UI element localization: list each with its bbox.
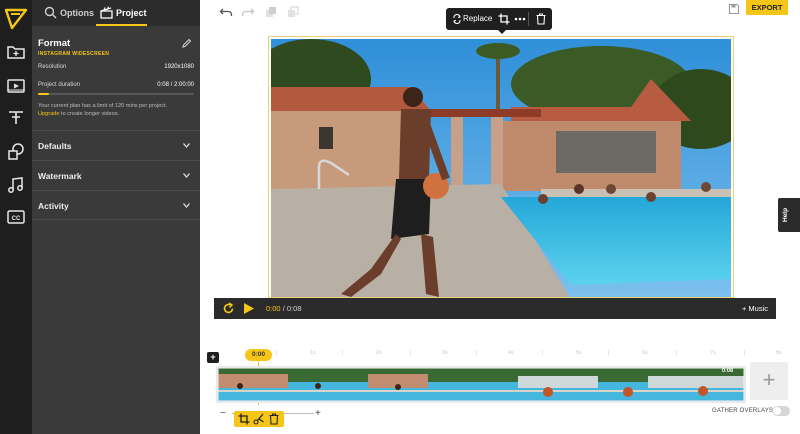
save-icon[interactable]: [728, 3, 740, 15]
tab-options-label: Options: [60, 8, 94, 18]
panel-tabs: Options Project: [32, 0, 200, 26]
duration-progress-bar: [38, 93, 194, 95]
track-thumbnails: [218, 368, 744, 401]
replay-icon[interactable]: [222, 302, 235, 315]
section-watermark-label: Watermark: [38, 171, 82, 181]
duration-progress-fill: [38, 93, 49, 95]
gather-overlays-label: GATHER OVERLAYS: [712, 408, 774, 414]
plan-note-text: Your current plan has a limit of 120 min…: [38, 103, 168, 109]
folder-icon[interactable]: [6, 42, 26, 62]
project-panel: Options Project Format INSTAGRAM WIDESCR…: [32, 0, 200, 434]
edit-pencil-icon[interactable]: [181, 38, 192, 49]
player-controls: 0:00 / 0:08 + Music: [214, 298, 776, 319]
timeline-ruler[interactable]: | 1s | 2s | 3s | 4s | 5s | 6s | 7s | 8s: [220, 350, 782, 360]
section-activity-label: Activity: [38, 201, 69, 211]
playhead-time-badge[interactable]: 0:00: [245, 349, 272, 361]
format-title: Format: [38, 38, 71, 49]
clip-tools: [234, 411, 284, 427]
total-duration: 0:08: [286, 304, 302, 313]
clapperboard-icon: [100, 6, 113, 19]
chevron-down-icon: [183, 173, 190, 178]
music-icon[interactable]: [6, 175, 26, 195]
resolution-value: 1920x1080: [164, 64, 194, 70]
replace-label: Replace: [463, 14, 493, 23]
layer-backward-icon[interactable]: [286, 5, 300, 19]
floating-toolbar: Replace: [446, 8, 552, 34]
tab-project[interactable]: Project: [96, 0, 147, 26]
format-block[interactable]: Format INSTAGRAM WIDESCREEN: [38, 38, 194, 57]
tab-options[interactable]: Options: [40, 0, 94, 26]
svg-text:CC: CC: [12, 216, 21, 222]
zoom-out-button[interactable]: −: [220, 408, 226, 419]
crop-icon[interactable]: [238, 413, 250, 425]
undo-icon[interactable]: [219, 5, 233, 19]
zoom-in-button[interactable]: +: [315, 408, 321, 419]
more-icon[interactable]: [514, 13, 526, 25]
left-rail: CC: [0, 0, 32, 434]
logo-icon[interactable]: [4, 8, 28, 30]
play-icon[interactable]: [243, 302, 255, 315]
redo-icon[interactable]: [241, 5, 255, 19]
replace-icon: [453, 14, 461, 24]
add-media-button[interactable]: +: [750, 362, 788, 400]
export-button[interactable]: EXPORT: [746, 0, 788, 15]
shapes-icon[interactable]: [6, 142, 26, 162]
chevron-down-icon: [183, 203, 190, 208]
plan-note-suffix: to create longer videos.: [61, 111, 120, 117]
plan-note: Your current plan has a limit of 120 min…: [38, 102, 188, 118]
layer-forward-icon[interactable]: [264, 5, 278, 19]
media-icon[interactable]: [6, 76, 26, 96]
video-preview[interactable]: [271, 39, 731, 297]
section-activity[interactable]: Activity: [32, 190, 200, 220]
upgrade-link[interactable]: Upgrade: [38, 111, 59, 117]
section-defaults[interactable]: Defaults: [32, 130, 200, 160]
text-icon[interactable]: [6, 108, 26, 128]
help-label: Help: [782, 207, 789, 222]
format-subtitle: INSTAGRAM WIDESCREEN: [38, 51, 110, 57]
time-separator: /: [282, 304, 285, 313]
captions-icon[interactable]: CC: [6, 207, 26, 227]
crop-icon[interactable]: [498, 13, 510, 25]
toolbar-divider: [528, 12, 529, 26]
trash-icon[interactable]: [535, 13, 547, 25]
section-defaults-label: Defaults: [38, 141, 72, 151]
resolution-label: Resolution: [38, 64, 67, 70]
trash-icon[interactable]: [268, 413, 280, 425]
help-tab[interactable]: Help: [778, 198, 800, 232]
add-layer-button[interactable]: +: [207, 352, 219, 363]
add-music-button[interactable]: + Music: [742, 298, 768, 319]
chevron-down-icon: [183, 143, 190, 148]
duration-label: Project duration: [38, 82, 81, 88]
video-track-clip[interactable]: [216, 366, 746, 403]
section-watermark[interactable]: Watermark: [32, 160, 200, 190]
resolution-row: Resolution 1920x1080: [38, 64, 194, 70]
current-time: 0:00: [266, 304, 281, 313]
editor-app: CC Options Project Format INSTAGRAM WIDE…: [0, 0, 800, 434]
duration-row: Project duration 0:08 / 2:00:00: [38, 82, 194, 88]
tab-project-label: Project: [116, 8, 147, 18]
pool-scene-image: [271, 39, 731, 297]
search-settings-icon: [44, 6, 57, 19]
duration-value: 0:08 / 2:00:00: [157, 82, 194, 88]
gather-overlays-toggle[interactable]: [772, 406, 790, 416]
track-duration: 0:08: [722, 368, 734, 374]
replace-button[interactable]: Replace: [452, 8, 492, 30]
playback-time: 0:00 / 0:08: [266, 298, 302, 319]
split-icon[interactable]: [253, 413, 265, 425]
